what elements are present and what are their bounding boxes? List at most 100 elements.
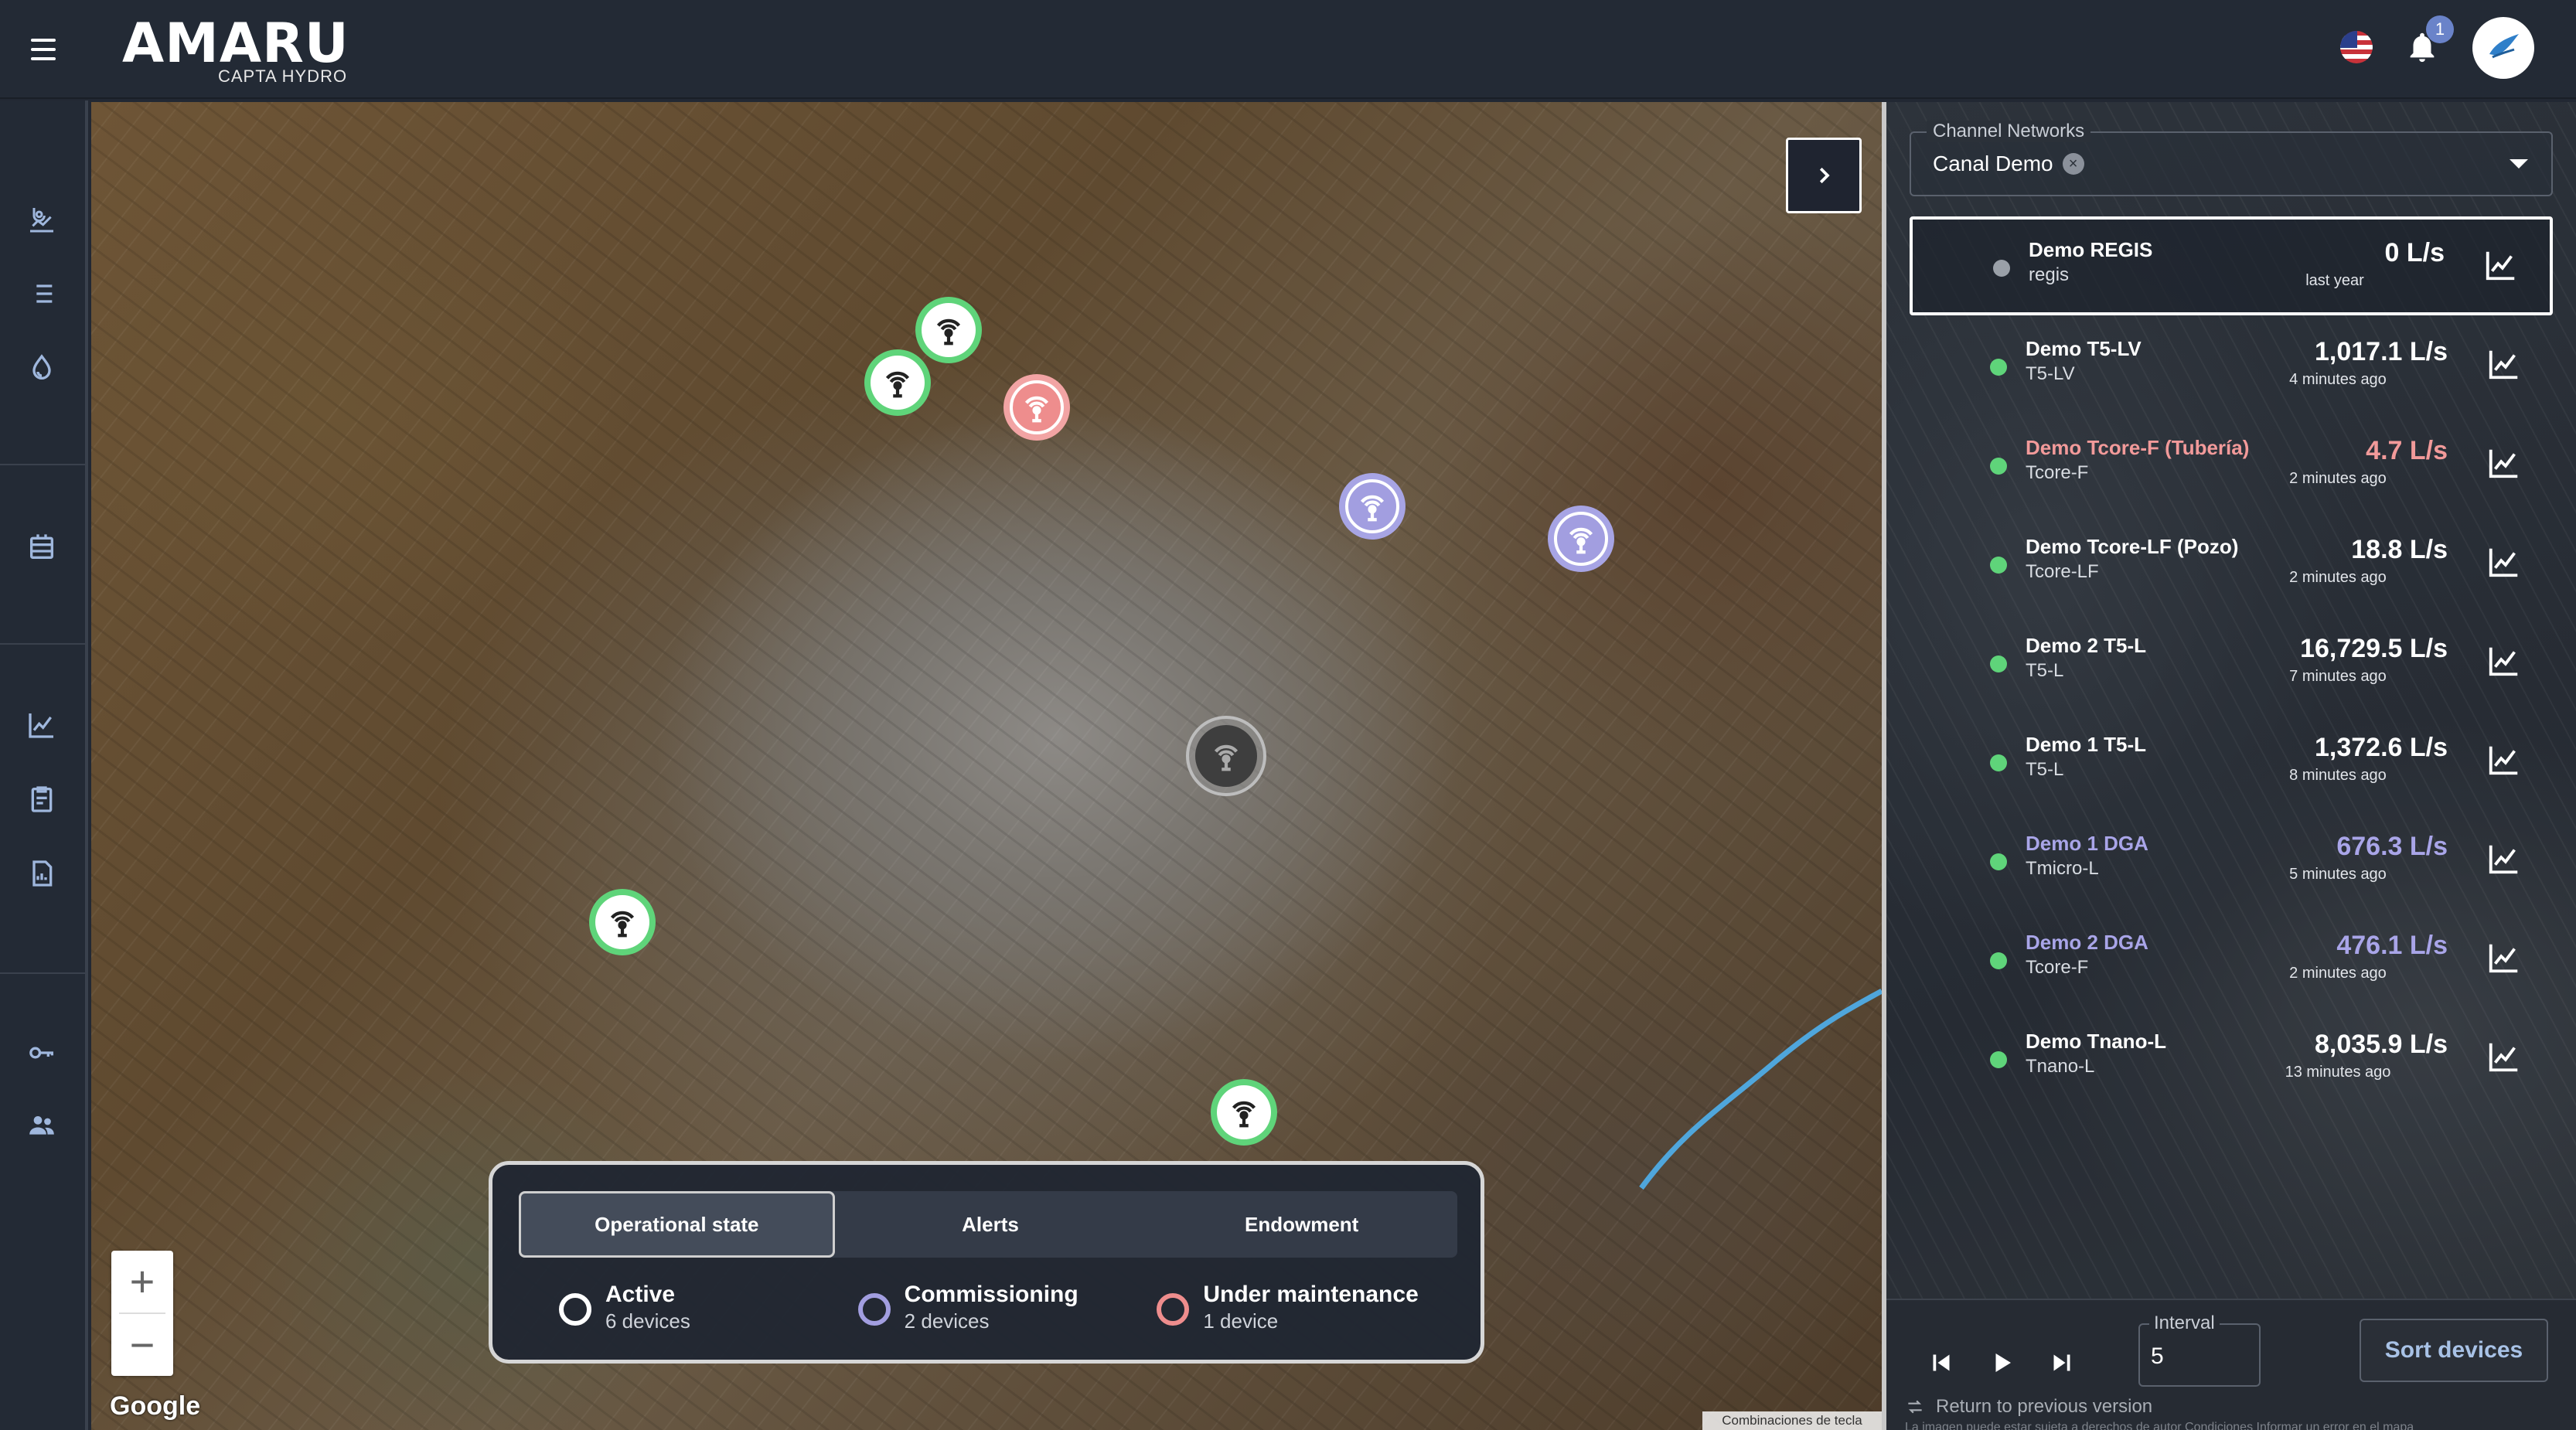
key-icon[interactable] [23, 1034, 60, 1071]
chevron-right-icon [1819, 167, 1830, 184]
avatar[interactable] [2472, 17, 2534, 79]
device-row[interactable]: Demo Tcore-LF (Pozo) Tcore-LF 18.8 L/s 2 mi… [1910, 513, 2553, 612]
device-updated: 2 minutes ago [2289, 965, 2387, 982]
skip-previous-icon[interactable] [1922, 1343, 1961, 1382]
device-updated: 2 minutes ago [2289, 470, 2387, 487]
status-dot [1990, 952, 2007, 969]
playback-bar: Interval 5 Sort devices Return to previo… [1886, 1299, 2576, 1430]
clear-chip-icon[interactable]: × [2062, 153, 2084, 175]
device-marker[interactable] [915, 297, 982, 363]
line-chart-icon[interactable] [2486, 841, 2522, 877]
device-flow: 676.3 L/s [2336, 832, 2448, 861]
sort-devices-button[interactable]: Sort devices [2360, 1319, 2548, 1382]
device-model: T5-L [2026, 660, 2064, 681]
device-flow: 0 L/s [2384, 238, 2445, 267]
line-chart-icon[interactable] [2486, 346, 2522, 382]
device-model: Tnano-L [2026, 1056, 2095, 1077]
device-updated: 8 minutes ago [2289, 767, 2387, 784]
line-chart-icon[interactable] [23, 706, 60, 744]
line-chart-icon[interactable] [2486, 1039, 2522, 1074]
channel-chip: Canal Demo × [1933, 152, 2084, 176]
map-pin-chart-icon[interactable] [23, 201, 60, 238]
device-title: Demo 1 T5-L [2026, 733, 2147, 756]
list-icon[interactable] [23, 275, 60, 312]
keyboard-shortcuts-link[interactable]: Combinaciones de tecla [1702, 1411, 1882, 1430]
interval-field[interactable]: Interval 5 [2138, 1313, 2261, 1387]
legend-tabs: Operational state Alerts Endowment [519, 1191, 1457, 1258]
zoom-control: + − [111, 1251, 173, 1376]
device-marker[interactable] [589, 889, 656, 955]
device-updated: last year [2305, 272, 2364, 289]
channel-networks-select[interactable]: Channel Networks Canal Demo × [1910, 121, 2553, 196]
line-chart-icon[interactable] [2486, 643, 2522, 679]
skip-next-icon[interactable] [2043, 1343, 2081, 1382]
status-dot [1990, 458, 2007, 475]
device-updated: 5 minutes ago [2289, 866, 2387, 883]
device-marker-commissioning[interactable] [1339, 473, 1406, 540]
device-title: Demo REGIS [2029, 238, 2153, 261]
device-stack-icon[interactable] [23, 529, 60, 566]
line-chart-icon[interactable] [2483, 247, 2519, 283]
device-title: Demo Tcore-F (Tubería) [2026, 436, 2250, 459]
map-legal-text: La imagen puede estar sujeta a derechos … [1905, 1421, 2414, 1430]
device-marker-selected[interactable] [1186, 716, 1266, 796]
tab-operational-state[interactable]: Operational state [519, 1191, 835, 1258]
notification-badge: 1 [2426, 15, 2454, 43]
maintenance-ring-icon [1157, 1293, 1190, 1326]
line-chart-icon[interactable] [2486, 544, 2522, 580]
water-drop-icon[interactable] [23, 349, 60, 386]
menu-icon[interactable] [28, 34, 59, 65]
device-title: Demo 2 T5-L [2026, 634, 2147, 657]
brand-name: AMARU [122, 12, 349, 75]
device-model: Tcore-F [2026, 462, 2089, 483]
device-title: Demo Tnano-L [2026, 1030, 2166, 1053]
device-flow: 8,035.9 L/s [2314, 1030, 2448, 1059]
swap-arrows-icon [1908, 1400, 1922, 1414]
device-model: Tmicro-L [2026, 858, 2099, 879]
device-list: Demo REGIS regis 0 L/s last year Demo T5-LV T… [1910, 216, 2553, 1107]
device-marker[interactable] [864, 349, 931, 416]
device-updated: 4 minutes ago [2289, 371, 2387, 388]
device-row[interactable]: Demo T5-LV T5-LV 1,017.1 L/s 4 minutes ago [1910, 315, 2553, 414]
interval-label: Interval [2149, 1313, 2220, 1334]
device-title: Demo Tcore-LF (Pozo) [2026, 535, 2239, 558]
zoom-out-button[interactable]: − [111, 1314, 173, 1376]
device-row[interactable]: Demo 1 T5-L T5-L 1,372.6 L/s 8 minutes ago [1910, 711, 2553, 810]
device-row[interactable]: Demo 1 DGA Tmicro-L 676.3 L/s 5 minutes ago [1910, 810, 2553, 909]
return-previous-version-link[interactable]: Return to previous version [1905, 1396, 2152, 1418]
dropdown-caret-icon[interactable] [2510, 159, 2528, 169]
channel-networks-label: Channel Networks [1927, 121, 2091, 142]
line-chart-icon[interactable] [2486, 940, 2522, 975]
device-row[interactable]: Demo 2 DGA Tcore-F 476.1 L/s 2 minutes ago [1910, 909, 2553, 1008]
top-bar: AMARU CAPTA HYDRO 1 [0, 0, 2576, 99]
legend-name: Commissioning [904, 1282, 1078, 1307]
users-icon[interactable] [23, 1107, 60, 1144]
device-row[interactable]: Demo REGIS regis 0 L/s last year [1910, 216, 2553, 315]
document-chart-icon[interactable] [23, 855, 60, 892]
zoom-in-button[interactable]: + [111, 1251, 173, 1313]
tab-alerts[interactable]: Alerts [835, 1191, 1147, 1258]
device-row[interactable]: Demo 2 T5-L T5-L 16,729.5 L/s 7 minutes ago [1910, 612, 2553, 711]
device-marker-commissioning[interactable] [1548, 506, 1614, 572]
line-chart-icon[interactable] [2486, 742, 2522, 778]
device-row[interactable]: Demo Tnano-L Tnano-L 8,035.9 L/s 13 minutes… [1910, 1008, 2553, 1107]
collapse-panel-button[interactable] [1786, 138, 1862, 213]
return-label: Return to previous version [1936, 1396, 2153, 1417]
device-model: Tcore-LF [2026, 561, 2099, 582]
legend-name: Under maintenance [1203, 1282, 1419, 1307]
status-legend: Operational state Alerts Endowment Activ… [489, 1161, 1484, 1364]
device-flow: 1,372.6 L/s [2314, 733, 2448, 762]
sidebar [0, 100, 88, 1430]
device-title: Demo T5-LV [2026, 337, 2142, 360]
clipboard-report-icon[interactable] [23, 781, 60, 818]
interval-value: 5 [2151, 1343, 2164, 1369]
device-model: T5-L [2026, 759, 2064, 780]
device-panel: Channel Networks Canal Demo × Demo REGIS… [1882, 102, 2576, 1430]
device-marker[interactable] [1211, 1079, 1277, 1146]
us-flag-icon[interactable] [2340, 31, 2373, 63]
tab-endowment[interactable]: Endowment [1146, 1191, 1457, 1258]
play-icon[interactable] [1982, 1343, 2021, 1382]
device-marker-maintenance[interactable] [1003, 374, 1070, 441]
line-chart-icon[interactable] [2486, 445, 2522, 481]
device-row[interactable]: Demo Tcore-F (Tubería) Tcore-F 4.7 L/s 2 mi… [1910, 414, 2553, 513]
